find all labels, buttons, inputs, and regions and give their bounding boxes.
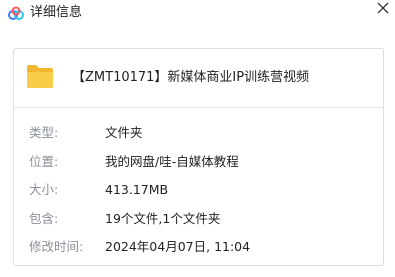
detail-value: 413.17MB xyxy=(105,182,169,197)
window-title: 详细信息 xyxy=(30,5,83,20)
detail-value: 19个文件,1个文件夹 xyxy=(105,210,221,226)
detail-row-modified: 修改时间: 2024年04月07日, 11:04 xyxy=(14,233,383,262)
detail-label: 位置: xyxy=(29,153,59,169)
details-list: 类型: 文件夹 位置: 我的网盘/哇-自媒体教程 大小: 413.17MB 包含… xyxy=(14,108,383,262)
detail-row-size: 大小: 413.17MB xyxy=(14,176,383,205)
details-panel: 【ZMT10171】新媒体商业IP训练营视频 类型: 文件夹 位置: 我的网盘/… xyxy=(13,48,384,266)
detail-row-location: 位置: 我的网盘/哇-自媒体教程 xyxy=(14,148,383,177)
detail-row-contains: 包含: 19个文件,1个文件夹 xyxy=(14,205,383,234)
folder-icon xyxy=(26,63,54,89)
detail-label: 类型: xyxy=(29,125,59,140)
detail-label: 修改时间: xyxy=(29,239,84,254)
detail-value: 文件夹 xyxy=(105,125,143,140)
detail-label: 大小: xyxy=(29,182,59,197)
close-icon[interactable] xyxy=(374,0,392,18)
title-bar: 详细信息 xyxy=(0,0,395,28)
cloud-icon xyxy=(7,5,25,23)
detail-value: 2024年04月07日, 11:04 xyxy=(105,239,251,254)
detail-label: 包含: xyxy=(29,210,59,226)
file-header: 【ZMT10171】新媒体商业IP训练营视频 xyxy=(14,49,383,108)
detail-row-type: 类型: 文件夹 xyxy=(14,119,383,148)
file-name: 【ZMT10171】新媒体商业IP训练营视频 xyxy=(72,70,310,85)
detail-value: 我的网盘/哇-自媒体教程 xyxy=(105,153,239,169)
